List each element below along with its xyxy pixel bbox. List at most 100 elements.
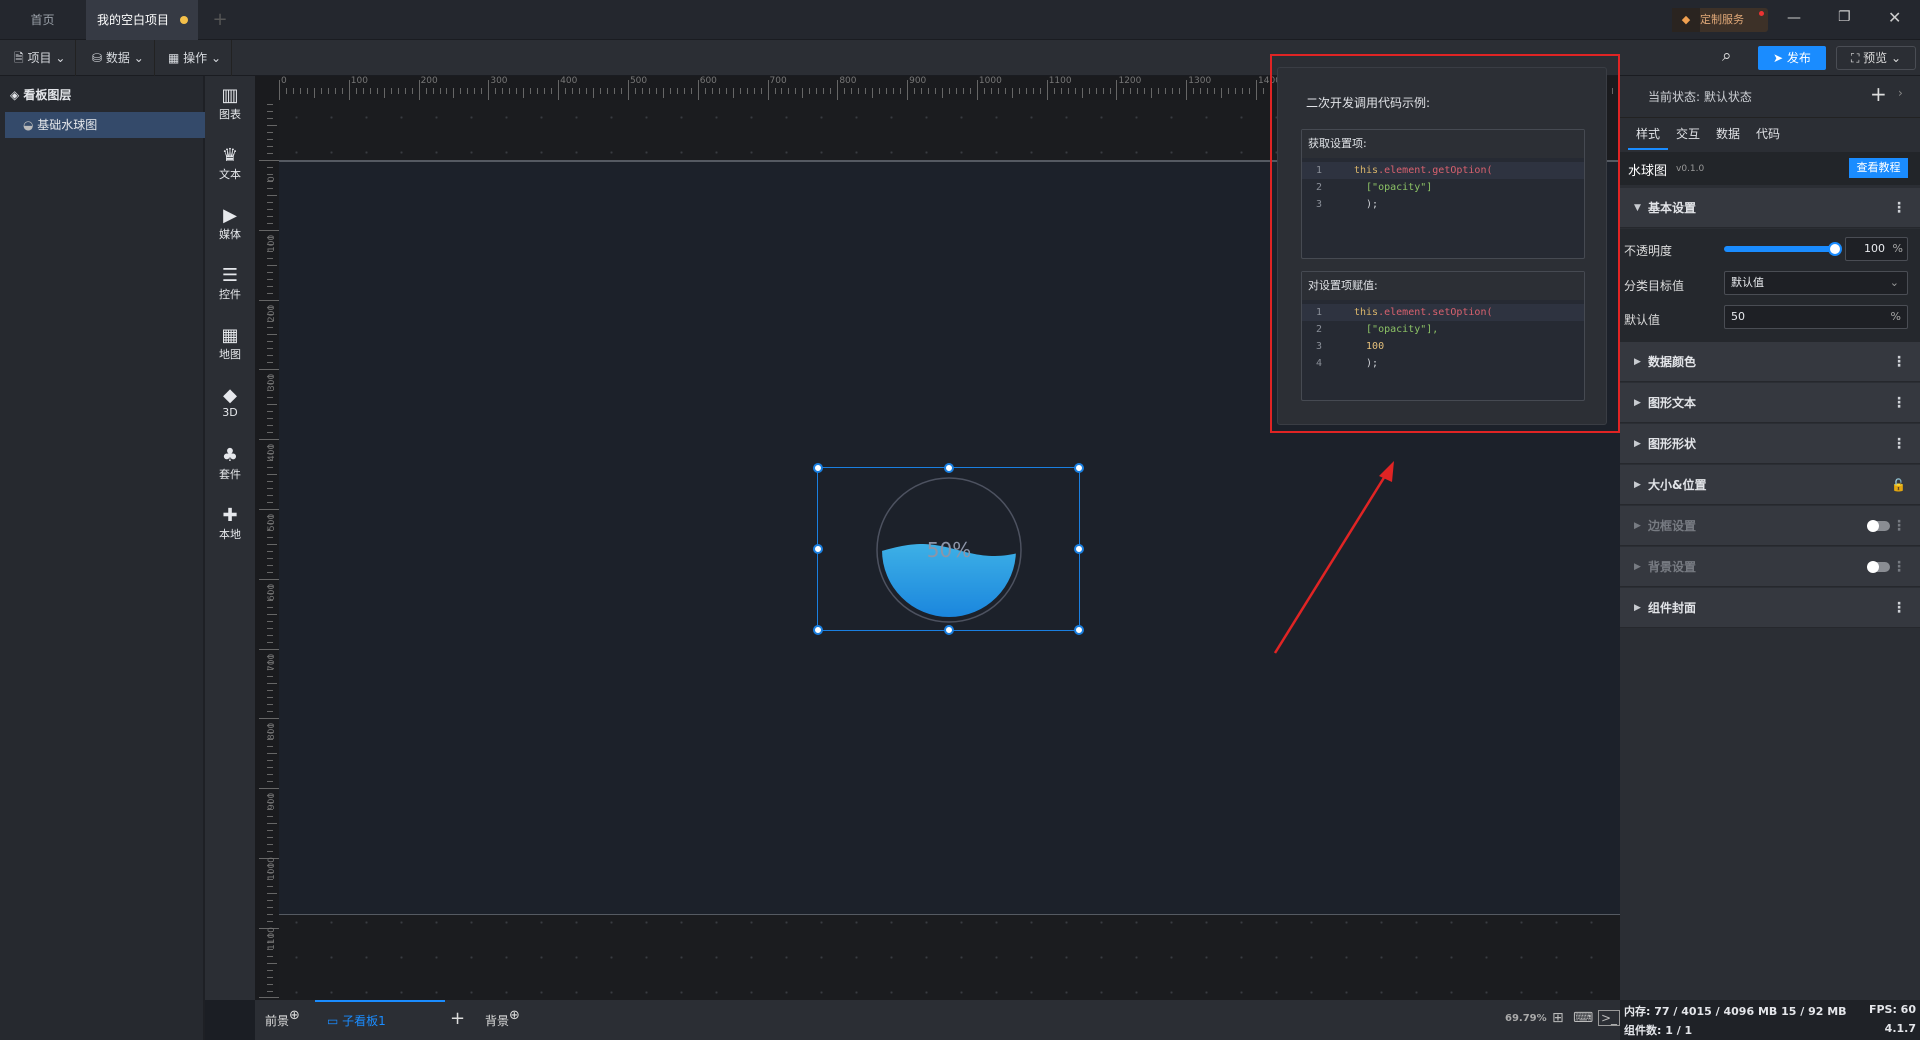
tutorial-button[interactable]: 查看教程 <box>1849 158 1908 178</box>
more-icon[interactable]: ⋮ <box>1892 342 1906 382</box>
ruler-tick <box>844 88 846 94</box>
section-item[interactable]: ▶ 数据颜色 ⋮ <box>1620 342 1920 382</box>
background-tab[interactable]: 背景⊕ <box>485 1008 520 1029</box>
resize-handle[interactable] <box>813 625 823 635</box>
tab-home[interactable]: 首页 <box>0 0 85 40</box>
state-label: 当前状态: <box>1648 90 1701 104</box>
ruler-tick <box>830 88 832 94</box>
add-circle-icon[interactable]: ⊕ <box>509 1008 520 1023</box>
ruler-tick <box>1172 88 1174 94</box>
component-crown[interactable]: ♛ 文本 <box>205 146 255 182</box>
more-icon[interactable]: ⋮ <box>1892 588 1906 628</box>
ruler-tick <box>267 850 273 852</box>
fit-screen-icon[interactable]: ⊞ <box>1552 1010 1564 1026</box>
resize-handle[interactable] <box>1074 625 1084 635</box>
foreground-tab[interactable]: 前景⊕ <box>265 1008 300 1029</box>
default-value: 50 <box>1731 310 1745 323</box>
resize-handle[interactable] <box>813 463 823 473</box>
component-map[interactable]: ▦ 地图 <box>205 326 255 362</box>
tab-style[interactable]: 样式 <box>1628 118 1668 150</box>
add-circle-icon[interactable]: ⊕ <box>289 1008 300 1023</box>
more-icon[interactable]: ⋮ <box>1892 383 1906 423</box>
default-value-input[interactable]: 50% <box>1724 305 1908 329</box>
section-label: 组件封面 <box>1648 601 1697 615</box>
preview-button[interactable]: ⛶ 预览 ⌄ <box>1836 46 1916 70</box>
vertical-ruler[interactable]: 0 100 200 300 400 500 600 700 800 900 1000 1100 <box>255 76 279 1000</box>
caret-right-icon: ▶ <box>1634 562 1641 572</box>
resize-handle[interactable] <box>943 625 954 635</box>
ruler-tick <box>1137 88 1139 94</box>
component-camera[interactable]: ▶ 媒体 <box>205 206 255 242</box>
more-icon[interactable]: ⋮ <box>1892 547 1906 587</box>
ruler-label: 300 <box>490 76 508 86</box>
minimize-icon[interactable]: — <box>1787 10 1801 26</box>
keyboard-icon[interactable]: ⌨ <box>1573 1010 1593 1026</box>
custom-service-button[interactable]: ◆ 定制服务 <box>1672 8 1768 32</box>
ruler-tick <box>267 488 273 489</box>
tab-project[interactable]: 我的空白项目 <box>86 0 198 40</box>
resize-handle[interactable] <box>1074 463 1084 473</box>
section-item[interactable]: ▶ 背景设置 ⋮ <box>1620 547 1920 587</box>
state-value[interactable]: 默认状态 <box>1704 90 1752 104</box>
ruler-tick <box>259 648 279 650</box>
category-select[interactable]: 默认值 ⌄ <box>1724 271 1908 295</box>
ruler-tick <box>495 88 497 94</box>
category-label: 分类目标值 <box>1624 279 1685 293</box>
section-item[interactable]: ▶ 组件封面 ⋮ <box>1620 588 1920 628</box>
tab-data[interactable]: 数据 <box>1708 118 1748 150</box>
project-menu[interactable]: 🗎 项目 ⌄ <box>4 40 77 76</box>
component-label: 套件 <box>219 468 241 481</box>
component-puzzle[interactable]: ✚ 本地 <box>205 506 255 542</box>
zoom-level[interactable]: 69.79% <box>1505 1013 1547 1024</box>
component-label: 图表 <box>219 108 241 121</box>
chevron-right-icon[interactable]: › <box>1898 86 1903 100</box>
ruler-label: 100 <box>267 234 277 252</box>
ruler-tick <box>634 88 636 94</box>
toggle-switch[interactable] <box>1867 561 1890 573</box>
lock-icon[interactable]: 🔓 <box>1891 465 1906 505</box>
data-menu[interactable]: ⛁ 数据 ⌄ <box>82 40 155 76</box>
component-chart[interactable]: ▥ 图表 <box>205 86 255 122</box>
more-icon[interactable]: ⋮ <box>1892 424 1906 464</box>
ruler-tick <box>942 88 943 98</box>
ruler-tick <box>267 222 273 224</box>
tab-interaction[interactable]: 交互 <box>1668 118 1708 150</box>
section-item[interactable]: ▶ 图形形状 ⋮ <box>1620 424 1920 464</box>
more-icon[interactable]: ⋮ <box>1892 506 1906 546</box>
ruler-tick <box>267 704 273 706</box>
slider-handle[interactable] <box>1828 242 1842 256</box>
selected-widget[interactable]: 50% <box>813 463 1084 635</box>
opacity-input[interactable]: 100% <box>1845 237 1908 261</box>
close-icon[interactable]: ✕ <box>1888 8 1901 27</box>
component-shirt[interactable]: ♣ 套件 <box>205 446 255 482</box>
terminal-icon[interactable]: >_ <box>1598 1010 1621 1026</box>
publish-button[interactable]: ➤ 发布 <box>1758 46 1826 70</box>
restore-icon[interactable]: ❐ <box>1838 9 1851 25</box>
layer-item-label: 基础水球图 <box>37 118 98 132</box>
component-cube[interactable]: ◆ 3D <box>205 386 255 420</box>
opacity-slider[interactable] <box>1724 242 1842 256</box>
add-tab-button[interactable]: + <box>205 0 235 40</box>
layer-item[interactable]: ◒ 基础水球图 <box>5 112 205 138</box>
toggle-switch[interactable] <box>1867 520 1890 532</box>
tab-code[interactable]: 代码 <box>1748 118 1788 150</box>
board-tab[interactable]: ▭ 子看板1 <box>315 1000 445 1040</box>
section-item[interactable]: ▶ 大小&位置 🔓 <box>1620 465 1920 505</box>
section-basic[interactable]: ▼ 基本设置 ⋮ <box>1620 188 1920 228</box>
resize-handle[interactable] <box>813 544 823 554</box>
more-icon[interactable]: ⋮ <box>1892 188 1906 228</box>
add-board-button[interactable]: + <box>450 1008 465 1029</box>
component-list[interactable]: ☰ 控件 <box>205 266 255 302</box>
ruler-tick <box>267 132 273 134</box>
ruler-tick <box>267 990 273 992</box>
search-icon[interactable]: ⌕ <box>1722 46 1732 66</box>
section-item[interactable]: ▶ 图形文本 ⋮ <box>1620 383 1920 423</box>
add-state-icon[interactable]: + <box>1870 82 1887 106</box>
ruler-tick <box>613 88 615 94</box>
resize-handle[interactable] <box>1074 544 1084 554</box>
ruler-tick <box>383 88 385 98</box>
operate-menu[interactable]: ▦ 操作 ⌄ <box>158 40 233 76</box>
section-item[interactable]: ▶ 边框设置 ⋮ <box>1620 506 1920 546</box>
ruler-tick <box>267 557 273 559</box>
resize-handle[interactable] <box>943 463 954 473</box>
